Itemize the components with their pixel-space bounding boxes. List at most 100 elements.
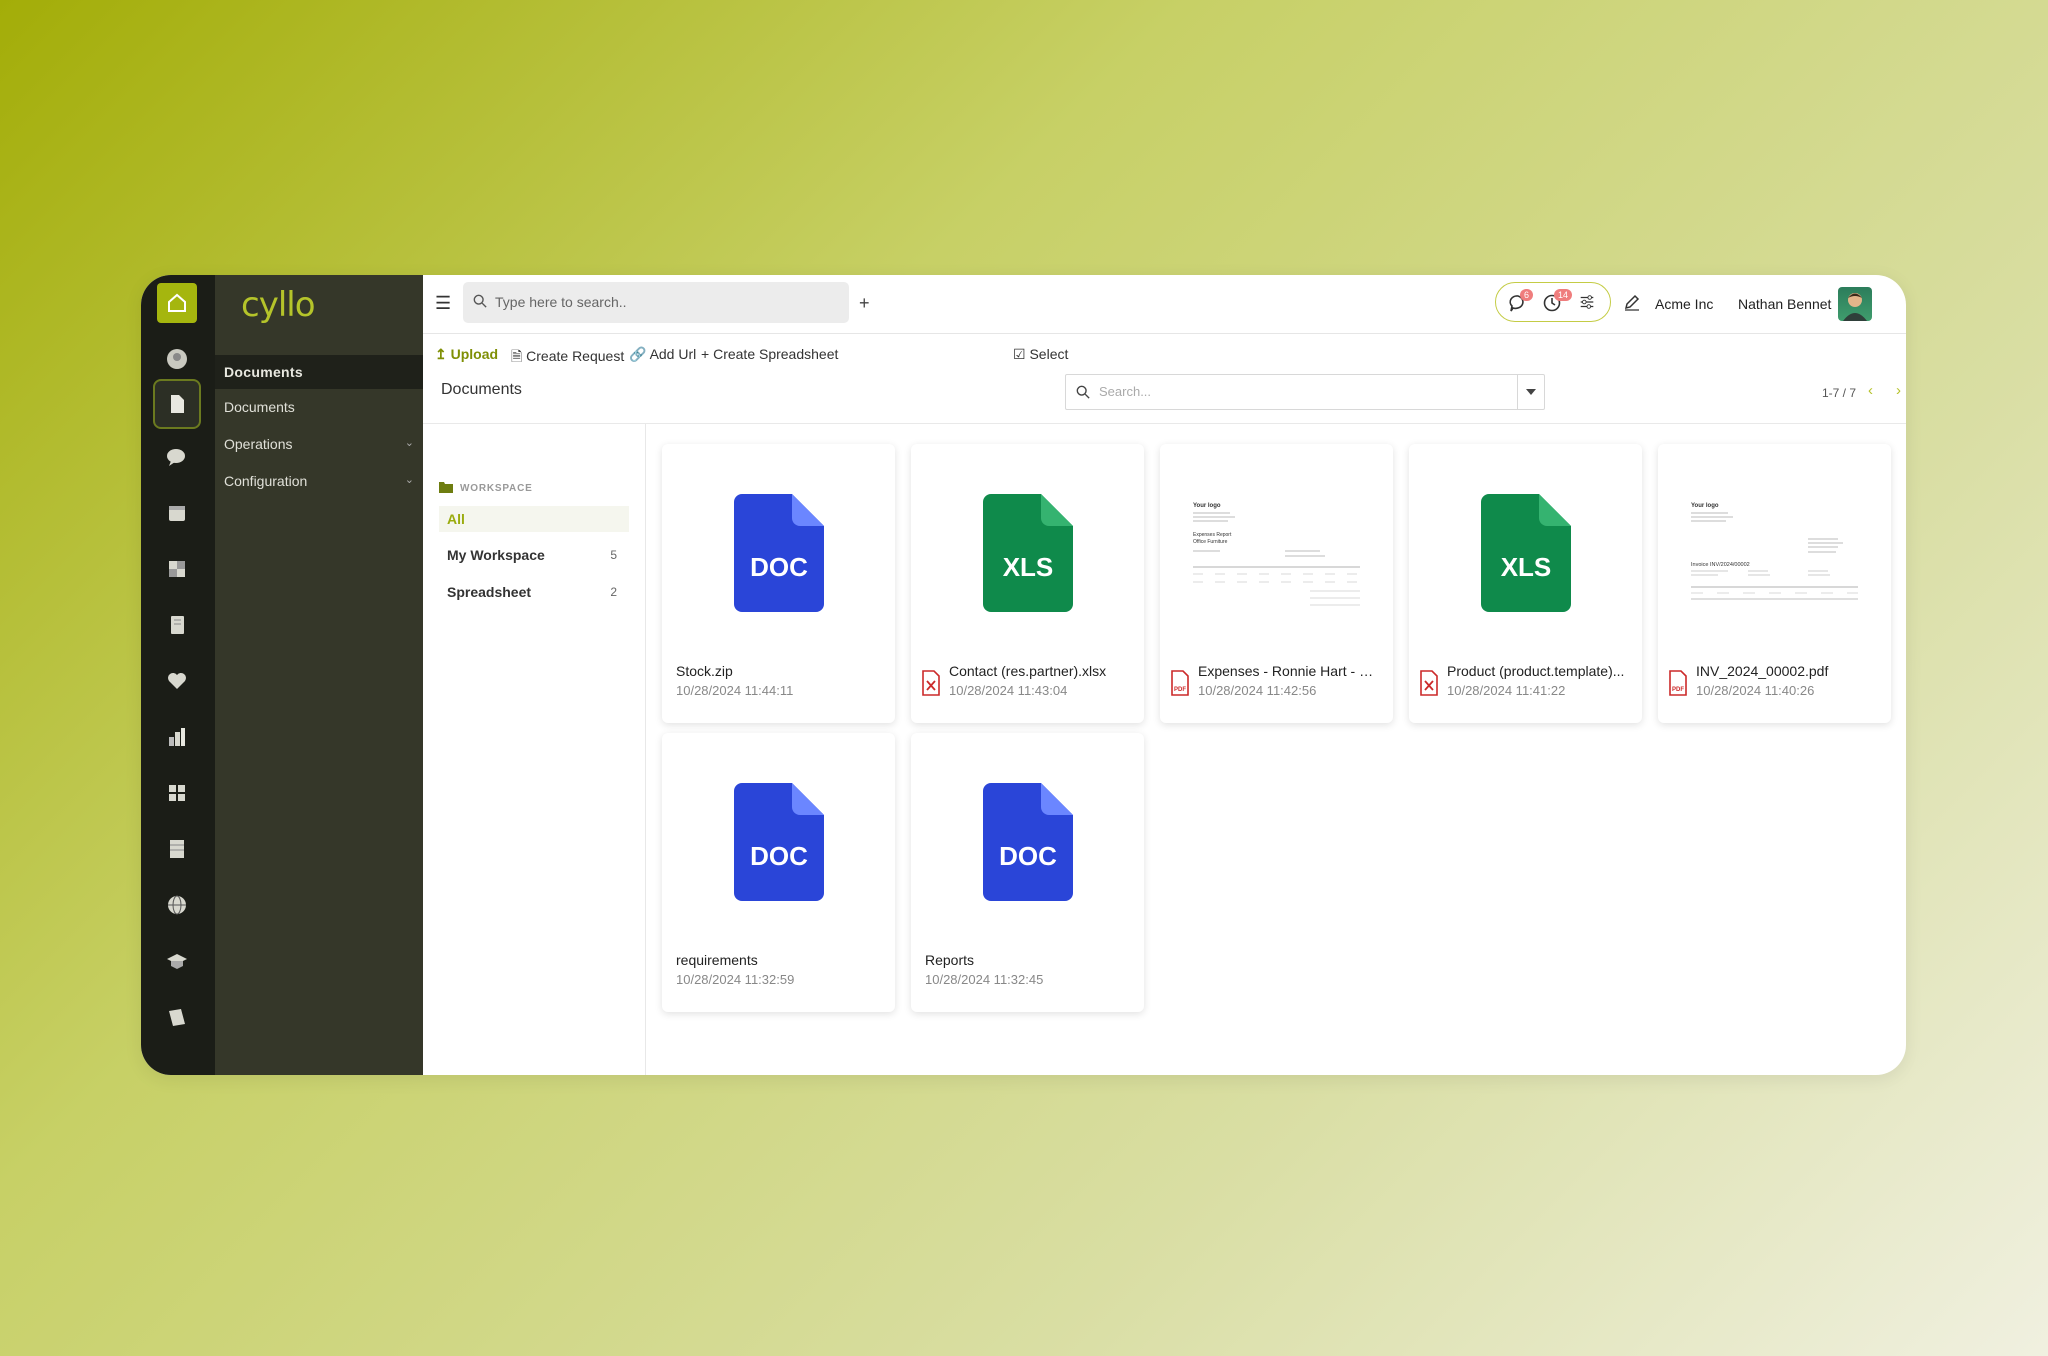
document-card[interactable]: Your logo Expenses Report Office Furnitu… <box>1160 444 1393 723</box>
invoice-thumbnail: Your logo Invoice INV/2024/00002 <box>1688 499 1863 619</box>
create-spreadsheet-button[interactable]: + Create Spreadsheet <box>701 346 838 362</box>
document-name: Expenses - Ronnie Hart - O... <box>1198 663 1380 679</box>
menu-item-label: Configuration <box>224 473 308 489</box>
svg-text:PDF: PDF <box>1672 687 1684 693</box>
excel-file-icon <box>922 670 940 696</box>
document-card[interactable]: DOC Stock.zip 10/28/2024 11:44:11 <box>662 444 895 723</box>
top-bar: ☰ Type here to search.. + 6 14 Acme Inc … <box>423 275 1906 334</box>
globe-icon[interactable] <box>157 885 197 925</box>
folder-count: 2 <box>610 585 617 599</box>
preview-subtitle: Office Furniture <box>1193 539 1228 545</box>
add-icon[interactable]: + <box>859 293 870 314</box>
document-date: 10/28/2024 11:40:26 <box>1696 683 1815 698</box>
document-card[interactable]: Your logo Invoice INV/2024/00002 PDF INV… <box>1658 444 1891 723</box>
upload-icon: ↥ <box>435 346 447 362</box>
create-spreadsheet-label: Create Spreadsheet <box>713 346 839 362</box>
search-icon <box>473 294 487 308</box>
document-card[interactable]: XLS Product (product.template)... 10/28/… <box>1409 444 1642 723</box>
company-switcher[interactable]: Acme Inc <box>1655 296 1713 312</box>
action-bar: ↥ Upload 🗎 Create Request 🔗 Add Url + Cr… <box>423 333 1906 367</box>
upload-button[interactable]: ↥ Upload <box>435 346 498 363</box>
folder-panel: WORKSPACE All My Workspace 5 Spreadsheet… <box>423 424 646 1075</box>
cards-icon[interactable] <box>157 997 197 1037</box>
search-placeholder: Search... <box>1099 384 1152 399</box>
page-title: Documents <box>441 381 522 398</box>
folder-item-my-workspace[interactable]: My Workspace 5 <box>439 542 629 568</box>
folder-label: My Workspace <box>447 547 545 563</box>
document-date: 10/28/2024 11:32:45 <box>925 972 1044 987</box>
graduation-icon[interactable] <box>157 941 197 981</box>
menu-item-label: Operations <box>224 436 293 452</box>
filter-toggle[interactable] <box>1517 375 1544 409</box>
global-search-input[interactable]: Type here to search.. <box>463 282 849 323</box>
document-date: 10/28/2024 11:44:11 <box>676 683 794 698</box>
calendar-icon[interactable] <box>157 493 197 533</box>
chart-icon[interactable] <box>157 717 197 757</box>
edit-icon[interactable] <box>1623 293 1641 311</box>
search-input[interactable]: Search... <box>1065 374 1545 410</box>
expense-report-thumbnail: Your logo Expenses Report Office Furnitu… <box>1190 499 1365 619</box>
puzzle-icon[interactable] <box>157 549 197 589</box>
chevron-down-icon: ⌄ <box>404 474 414 486</box>
xls-file-icon: XLS <box>1481 494 1571 612</box>
app-window: cyllo Documents Documents Operations ⌄ C… <box>141 275 1906 1075</box>
folder-item-all[interactable]: All <box>439 506 629 532</box>
user-circle-icon[interactable] <box>157 339 197 379</box>
heart-icon[interactable] <box>157 661 197 701</box>
systray-pill: 6 14 <box>1495 282 1611 322</box>
activities-badge: 14 <box>1554 289 1573 301</box>
document-icon[interactable] <box>153 379 201 429</box>
workspace-section-label: WORKSPACE <box>460 483 533 494</box>
menu-header: Documents <box>215 355 423 389</box>
cyllo-logo[interactable]: cyllo <box>241 285 316 325</box>
pager-value[interactable]: 1-7 / 7 <box>1822 386 1856 400</box>
document-name: Stock.zip <box>676 663 733 679</box>
excel-file-icon <box>1420 670 1438 696</box>
folder-label: Spreadsheet <box>447 584 532 600</box>
select-button[interactable]: ☑ Select <box>1013 346 1068 363</box>
svg-text:DOC: DOC <box>750 552 808 582</box>
document-date: 10/28/2024 11:42:56 <box>1198 683 1317 698</box>
add-url-label: Add Url <box>649 346 697 362</box>
pager-next[interactable]: › <box>1896 382 1901 399</box>
messages-badge: 6 <box>1520 289 1534 301</box>
menu-item-documents[interactable]: Documents <box>224 399 414 415</box>
doc-file-icon: DOC <box>983 783 1073 901</box>
search-placeholder: Type here to search.. <box>495 294 627 310</box>
document-card[interactable]: DOC Reports 10/28/2024 11:32:45 <box>911 733 1144 1012</box>
folder-label: All <box>447 511 465 527</box>
document-card[interactable]: DOC requirements 10/28/2024 11:32:59 <box>662 733 895 1012</box>
preview-logo: Your logo <box>1193 503 1221 509</box>
add-url-button[interactable]: 🔗 Add Url <box>629 346 696 363</box>
menu-item-configuration[interactable]: Configuration ⌄ <box>224 473 414 489</box>
chat-icon[interactable] <box>157 437 197 477</box>
svg-text:PDF: PDF <box>1174 687 1186 693</box>
messages-icon[interactable]: 6 <box>1508 289 1534 313</box>
pager-previous[interactable]: ‹ <box>1868 382 1873 399</box>
hamburger-icon[interactable]: ☰ <box>435 293 451 314</box>
user-menu[interactable]: Nathan Bennet <box>1738 296 1831 312</box>
activity-clock-icon[interactable]: 14 <box>1542 289 1573 313</box>
svg-text:DOC: DOC <box>999 841 1057 871</box>
preview-title: Invoice INV/2024/00002 <box>1691 562 1750 568</box>
home-icon[interactable] <box>157 283 197 323</box>
document-name: Contact (res.partner).xlsx <box>949 663 1107 679</box>
plus-icon: + <box>701 346 710 362</box>
document-date: 10/28/2024 11:43:04 <box>949 683 1068 698</box>
app-rail <box>141 275 215 1075</box>
ledger-icon[interactable] <box>157 829 197 869</box>
svg-text:XLS: XLS <box>1501 552 1552 582</box>
folder-item-spreadsheet[interactable]: Spreadsheet 2 <box>439 579 629 605</box>
notebook-icon[interactable] <box>157 605 197 645</box>
settings-sliders-icon[interactable] <box>1578 293 1598 313</box>
svg-text:DOC: DOC <box>750 841 808 871</box>
avatar[interactable] <box>1838 287 1872 321</box>
document-name: INV_2024_00002.pdf <box>1696 663 1829 679</box>
document-card[interactable]: XLS Contact (res.partner).xlsx 10/28/202… <box>911 444 1144 723</box>
menu-item-operations[interactable]: Operations ⌄ <box>224 436 414 452</box>
preview-title: Expenses Report <box>1193 532 1232 538</box>
xls-file-icon: XLS <box>983 494 1073 612</box>
file-icon: 🗎 <box>511 348 523 364</box>
app-menu: cyllo Documents Documents Operations ⌄ C… <box>215 275 423 1075</box>
grid-icon[interactable] <box>157 773 197 813</box>
